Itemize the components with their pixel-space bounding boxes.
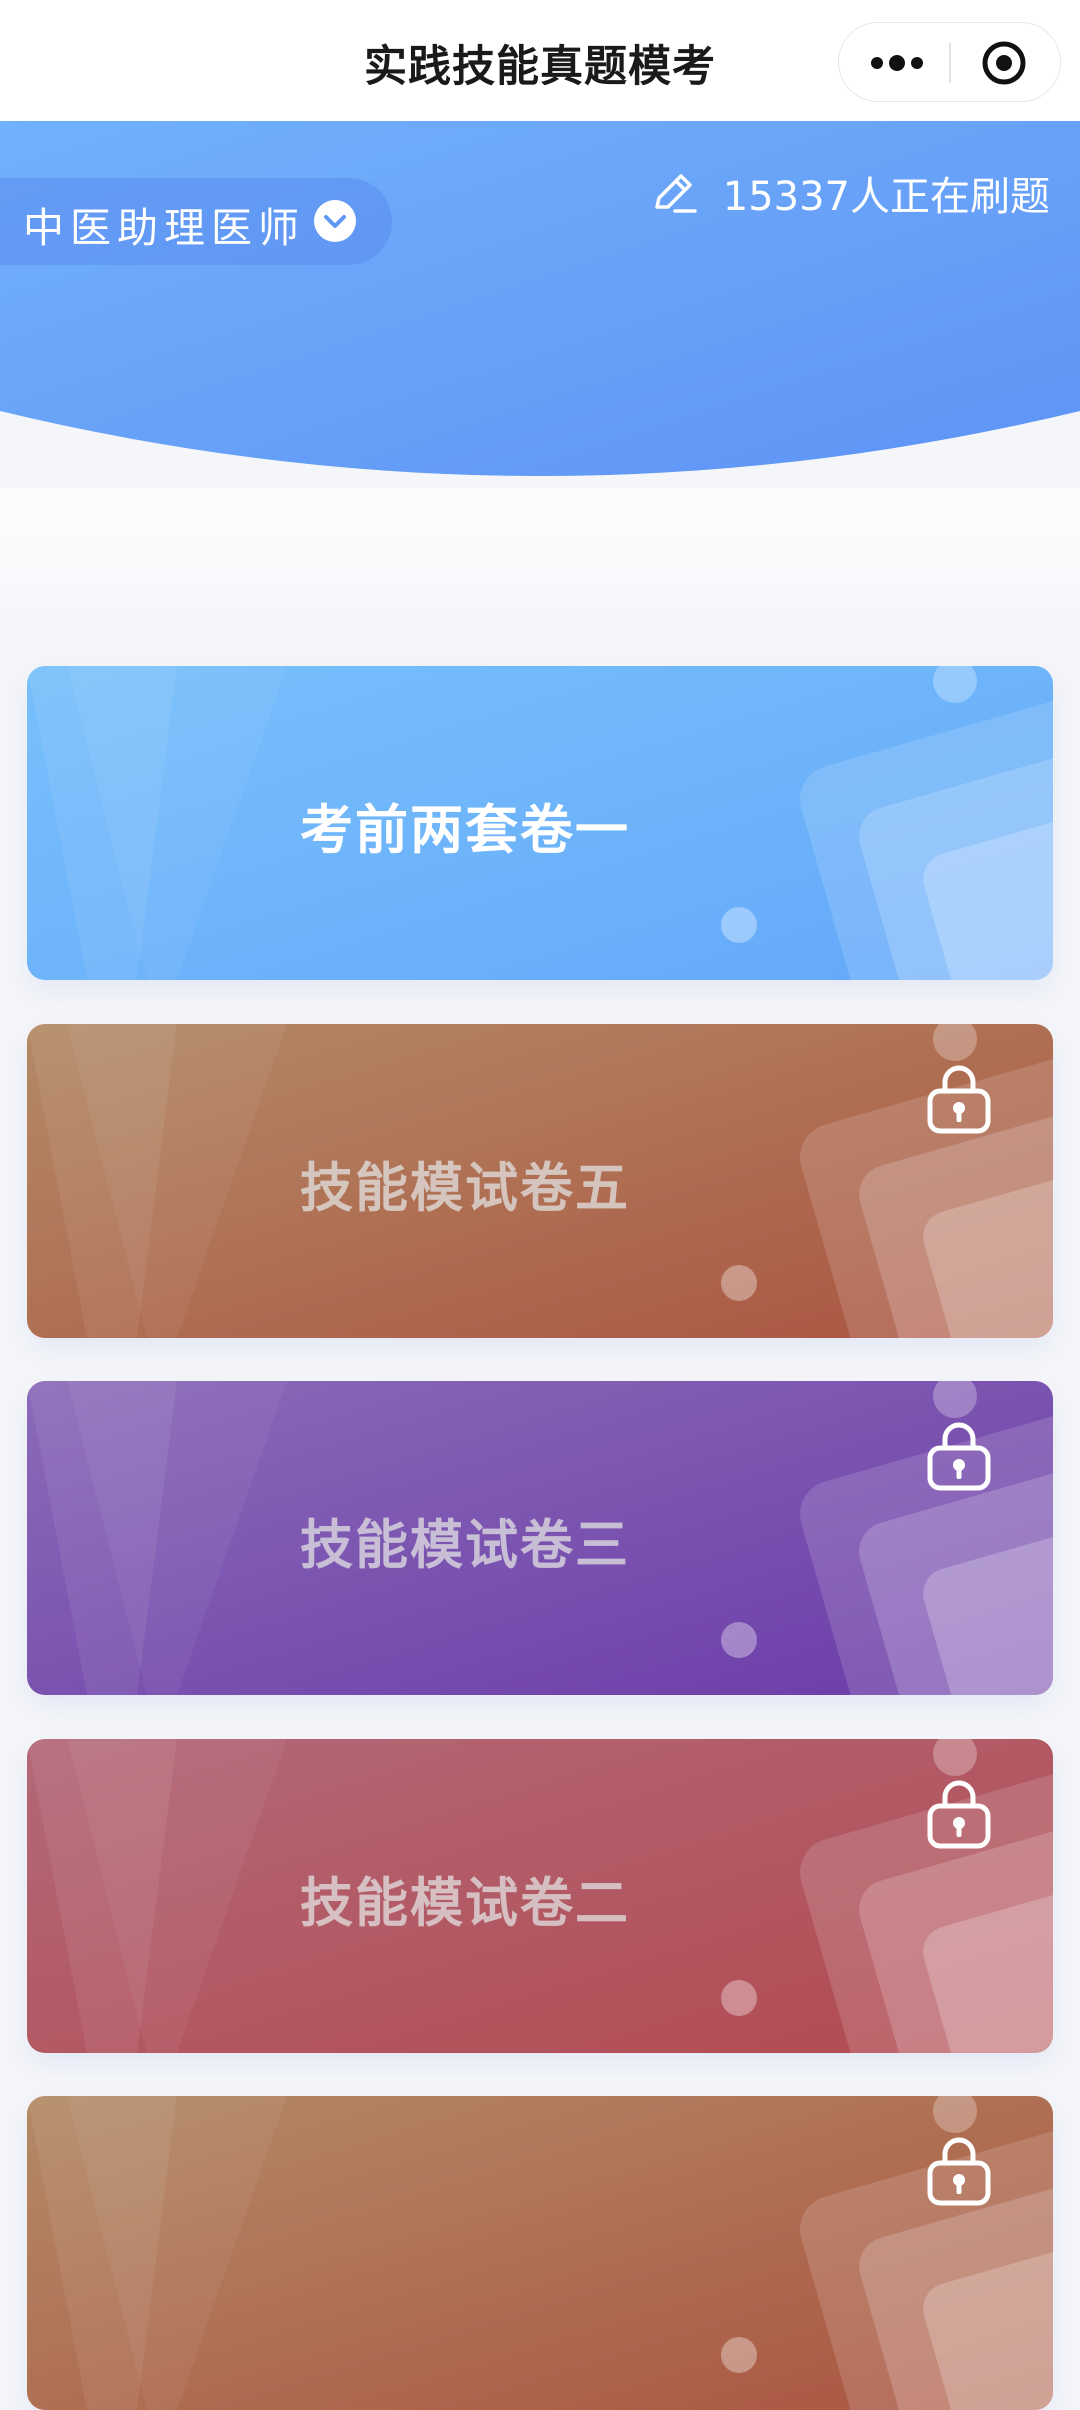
pencil-edit-icon: [649, 167, 701, 219]
paper-title: 技能模试卷三: [300, 1515, 630, 1576]
navigation-bar: 实践技能真题模考: [0, 0, 1080, 121]
lock-icon: [921, 1417, 997, 1493]
header-banner: 中医助理医师 15337人正在刷题: [0, 121, 1080, 488]
paper-card[interactable]: [27, 2096, 1053, 2410]
more-dots-icon[interactable]: [869, 45, 925, 81]
paper-card[interactable]: 技能模试卷三: [27, 1381, 1053, 1695]
practice-counter: 15337人正在刷题: [649, 163, 1050, 223]
paper-title: 技能模试卷二: [300, 1873, 630, 1934]
chevron-down-icon: [314, 200, 356, 242]
mini-program-capsule: [838, 22, 1061, 102]
paper-card[interactable]: 技能模试卷五: [27, 1024, 1053, 1338]
paper-title: 考前两套卷一: [300, 800, 630, 861]
card-background: [27, 2096, 1053, 2410]
paper-card[interactable]: 考前两套卷一: [27, 666, 1053, 980]
paper-title: 技能模试卷五: [300, 1158, 630, 1219]
exam-type-selector[interactable]: 中医助理医师: [0, 178, 392, 265]
lock-icon: [921, 1060, 997, 1136]
exam-type-label: 中医助理医师: [23, 204, 305, 252]
capsule-divider: [949, 43, 951, 83]
practice-counter-text: 15337人正在刷题: [722, 174, 1050, 220]
lock-icon: [921, 1775, 997, 1851]
lock-icon: [921, 2132, 997, 2208]
target-circle-icon[interactable]: [981, 40, 1027, 86]
paper-card[interactable]: 技能模试卷二: [27, 1739, 1053, 2053]
content-spacer: [0, 488, 1080, 608]
